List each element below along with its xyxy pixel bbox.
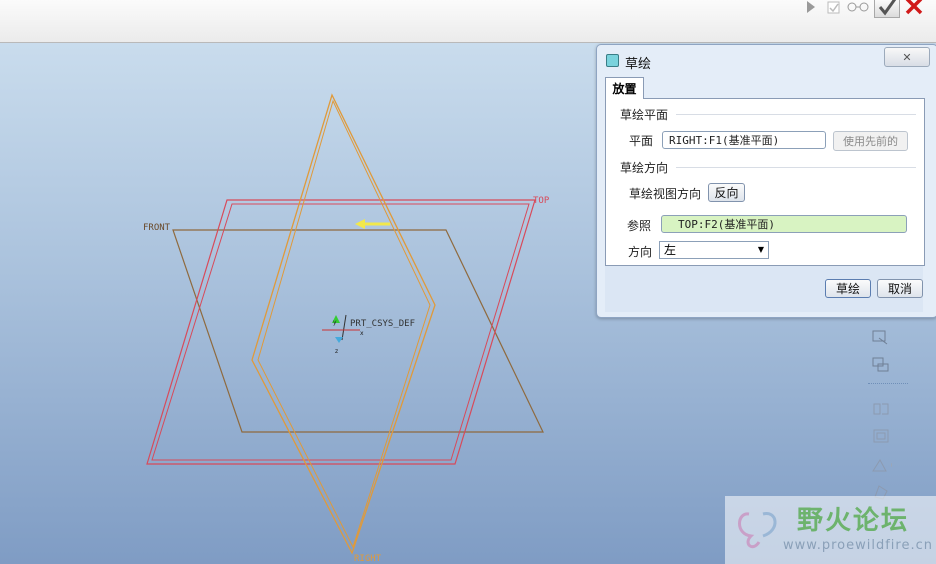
dialog-close-button[interactable]: ✕ [884, 47, 930, 67]
divider [676, 167, 916, 168]
glasses-icon[interactable] [846, 0, 870, 14]
cancel-button[interactable]: 取消 [877, 279, 923, 298]
datum-axis-tool-icon[interactable] [870, 355, 892, 375]
placement-panel: 草绘平面 平面 RIGHT:F1(基准平面) 使用先前的 草绘方向 草绘视图方向… [605, 98, 925, 266]
toolbar-separator [868, 383, 908, 384]
dialog-titlebar[interactable]: 草绘 ✕ [597, 45, 936, 72]
reference-field[interactable]: TOP:F2(基准平面) [661, 215, 907, 233]
reference-label: 参照 [627, 219, 652, 233]
sketch-icon [606, 54, 619, 67]
orientation-label: 方向 [628, 245, 653, 259]
close-icon[interactable] [904, 0, 924, 15]
watermark: 野火论坛 www.proewildfire.cn [725, 496, 936, 564]
dialog-button-area: 草绘 取消 [605, 266, 923, 312]
watermark-logo-icon [738, 512, 777, 549]
extrude-tool-icon[interactable] [870, 399, 892, 419]
check-icon[interactable] [874, 0, 900, 18]
dashboard-toolbar [0, 0, 936, 43]
front-label: FRONT [143, 223, 171, 233]
shell-tool-icon[interactable] [870, 426, 892, 446]
tab-placement[interactable]: 放置 [605, 77, 644, 99]
section-sketch-plane: 草绘平面 [620, 108, 669, 122]
orientation-select[interactable]: 左 ▼ [659, 241, 769, 259]
view-direction-label: 草绘视图方向 [629, 187, 702, 201]
watermark-title: 野火论坛 [797, 506, 910, 536]
direction-arrow[interactable] [355, 219, 390, 229]
axis-x-label: x [360, 330, 364, 337]
use-previous-button[interactable]: 使用先前的 [833, 131, 908, 151]
chevron-down-icon: ▼ [757, 245, 764, 254]
dialog-body: 放置 草绘平面 平面 RIGHT:F1(基准平面) 使用先前的 草绘方向 草绘视… [603, 76, 931, 312]
watermark-url: www.proewildfire.cn [783, 538, 933, 553]
sketch-button[interactable]: 草绘 [825, 279, 871, 298]
csys-label: PRT_CSYS_DEF [350, 319, 415, 329]
datum-plane-tool-icon[interactable] [870, 327, 892, 347]
plane-field[interactable]: RIGHT:F1(基准平面) [662, 131, 826, 149]
section-sketch-orientation: 草绘方向 [620, 161, 669, 175]
right-label: RIGHT [354, 554, 382, 564]
plane-label: 平面 [629, 134, 654, 148]
axis-z-label: z [335, 348, 338, 355]
play-icon[interactable] [804, 0, 818, 14]
dialog-title: 草绘 [625, 57, 652, 72]
axis-y-label: y [333, 319, 337, 326]
rib-tool-icon[interactable] [870, 455, 892, 475]
front-datum-plane [172, 229, 544, 433]
orientation-value: 左 [664, 243, 677, 257]
top-label: TOP [533, 196, 550, 206]
sketch-dialog: 草绘 ✕ 放置 草绘平面 平面 RIGHT:F1(基准平面) 使用先前的 草绘方… [596, 44, 936, 318]
divider [676, 114, 916, 115]
checkbox-icon[interactable] [826, 0, 842, 14]
flip-button[interactable]: 反向 [708, 183, 745, 202]
top-datum-plane [146, 199, 536, 465]
